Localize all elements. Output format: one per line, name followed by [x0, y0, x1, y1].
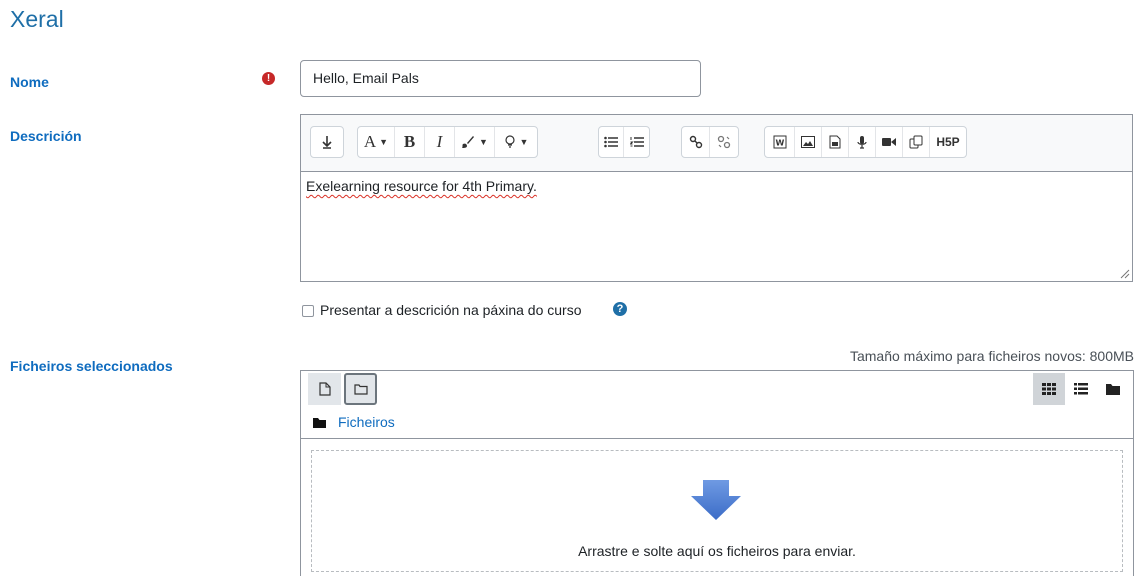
highlight-button[interactable]: ▼ — [455, 127, 495, 157]
lightbulb-icon — [504, 135, 515, 148]
drop-instructions: Arrastre e solte aquí os ficheiros para … — [578, 543, 856, 559]
show-description-label: Presentar a descrición na páxina do curs… — [320, 302, 582, 318]
name-label: Nome — [10, 74, 49, 90]
h5p-button[interactable]: H5P — [930, 127, 966, 157]
file-drop-container: Arrastre e solte aquí os ficheiros para … — [300, 438, 1134, 576]
max-file-size: Tamaño máximo para ficheiros novos: 800M… — [849, 348, 1134, 364]
bullet-list-icon — [604, 136, 618, 148]
toolbar-toggle-icon[interactable] — [311, 127, 343, 157]
description-label: Descrición — [10, 128, 82, 144]
add-file-button[interactable] — [308, 373, 341, 405]
description-text: Exelearning resource for 4th Primary. — [306, 178, 537, 194]
brush-icon — [462, 136, 475, 148]
file-media-icon — [829, 135, 841, 149]
font-color-icon: A — [363, 132, 377, 151]
image-icon — [801, 136, 815, 148]
bold-button[interactable]: B — [395, 127, 425, 157]
breadcrumb: Ficheiros — [313, 414, 395, 430]
editor-toolbar: A ▼ B I ▼ ▼ W H5P — [300, 114, 1133, 171]
help-icon[interactable]: ? — [613, 302, 627, 316]
section-title: Xeral — [10, 6, 64, 32]
file-manager-toolbar — [301, 371, 1133, 408]
toolbar-group-format: A ▼ B I ▼ ▼ — [357, 126, 538, 158]
list-view-icon — [1074, 383, 1088, 395]
word-icon: W — [773, 135, 786, 149]
toolbar-group-lists — [598, 126, 650, 158]
files-label: Ficheiros seleccionados — [10, 358, 173, 374]
unlink-button[interactable] — [710, 127, 738, 157]
required-icon: ! — [262, 72, 275, 85]
record-audio-button[interactable] — [849, 127, 876, 157]
view-tree-button[interactable] — [1097, 373, 1129, 405]
accessibility-button[interactable]: ▼ — [495, 127, 537, 157]
toolbar-group-media: W H5P — [764, 126, 967, 158]
view-mode-group — [1033, 373, 1129, 405]
font-color-button[interactable]: A ▼ — [358, 127, 395, 157]
file-icon — [318, 382, 331, 396]
toolbar-group-links — [681, 126, 739, 158]
link-button[interactable] — [682, 127, 710, 157]
svg-text:W: W — [775, 139, 784, 148]
media-button[interactable] — [822, 127, 849, 157]
numbered-list-icon — [629, 137, 644, 147]
create-folder-button[interactable] — [344, 373, 377, 405]
folder-outline-icon — [353, 384, 368, 395]
download-arrow-icon — [691, 480, 741, 520]
microphone-icon — [857, 136, 867, 149]
copy-button[interactable] — [903, 127, 930, 157]
show-description-checkbox[interactable] — [302, 305, 314, 317]
resize-handle-icon[interactable] — [1120, 269, 1130, 279]
unlink-icon — [717, 135, 731, 149]
view-list-button[interactable] — [1065, 373, 1097, 405]
image-button[interactable] — [795, 127, 822, 157]
unordered-list-button[interactable] — [599, 127, 624, 157]
grid-view-icon — [1042, 383, 1056, 395]
breadcrumb-ficheiros-link[interactable]: Ficheiros — [338, 414, 395, 430]
word-import-button[interactable]: W — [765, 127, 795, 157]
toolbar-group-toggle — [310, 126, 344, 158]
copy-icon — [909, 135, 923, 149]
file-manager: Ficheiros — [300, 370, 1134, 439]
description-editor[interactable]: Exelearning resource for 4th Primary. — [300, 171, 1133, 282]
name-input[interactable]: Hello, Email Pals — [300, 60, 701, 97]
italic-button[interactable]: I — [425, 127, 455, 157]
folder-icon — [1106, 384, 1120, 395]
link-icon — [689, 135, 702, 149]
record-video-button[interactable] — [876, 127, 903, 157]
file-drop-zone[interactable]: Arrastre e solte aquí os ficheiros para … — [311, 450, 1123, 572]
ordered-list-button[interactable] — [624, 127, 649, 157]
folder-icon — [313, 417, 326, 428]
video-camera-icon — [882, 138, 896, 146]
view-icons-button[interactable] — [1033, 373, 1065, 405]
